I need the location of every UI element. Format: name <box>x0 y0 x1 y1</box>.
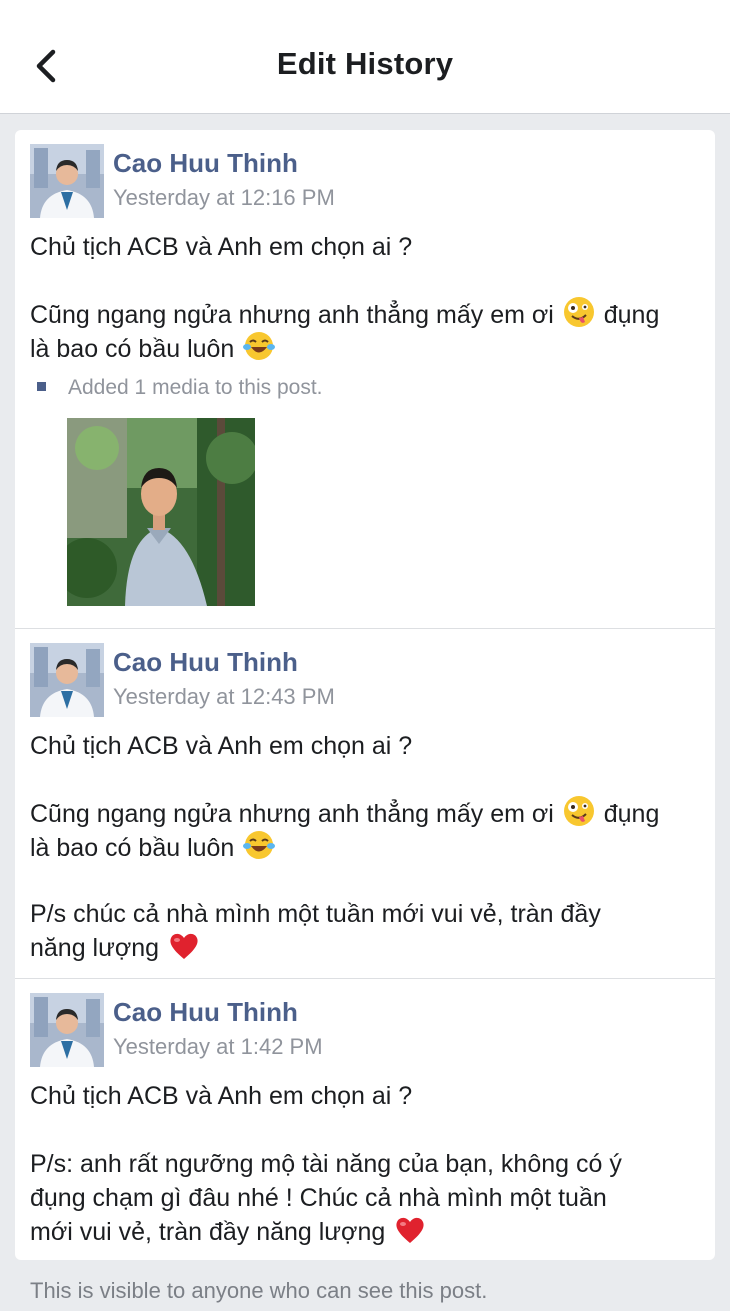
text-line: Cũng ngang ngửa nhưng anh thẳng mấy em ơ… <box>30 800 554 828</box>
post-text: đụng chạm gì đâu nhé ! Chúc cả nhà mình … <box>30 1181 710 1215</box>
timestamp[interactable]: Yesterday at 12:16 PM <box>113 185 335 211</box>
text-line: Cũng ngang ngửa nhưng anh thẳng mấy em ơ… <box>30 301 554 329</box>
post-text: P/s: anh rất ngưỡng mộ tài năng của bạn,… <box>30 1147 710 1181</box>
post-text: mới vui vẻ, tràn đầy năng lượng <box>30 1215 710 1249</box>
text-line: năng lượng <box>30 934 160 962</box>
avatar[interactable] <box>30 993 104 1067</box>
text-line: đụng chạm gì đâu nhé ! Chúc cả nhà mình … <box>30 1184 607 1212</box>
text-line: mới vui vẻ, tràn đầy năng lượng <box>30 1218 386 1246</box>
bullet-icon <box>37 382 46 391</box>
history-entry: Cao Huu Thinh Yesterday at 1:42 PM Chủ t… <box>15 979 715 1260</box>
top-bar: Edit History <box>0 0 730 114</box>
media-thumbnail[interactable] <box>67 418 255 606</box>
visibility-note: This is visible to anyone who can see th… <box>30 1278 488 1303</box>
media-note-text: Added 1 media to this post. <box>68 376 323 399</box>
text-line: P/s: anh rất ngưỡng mộ tài năng của bạn,… <box>30 1150 622 1178</box>
history-entry: Cao Huu Thinh Yesterday at 12:43 PM Chủ … <box>15 629 715 978</box>
red-heart-emoji-icon <box>396 1217 424 1243</box>
timestamp[interactable]: Yesterday at 12:43 PM <box>113 684 335 710</box>
author-name[interactable]: Cao Huu Thinh <box>113 997 298 1028</box>
tears-of-joy-emoji-icon <box>243 831 276 859</box>
post-text: Cũng ngang ngửa nhưng anh thẳng mấy em ơ… <box>30 296 710 332</box>
history-entry: Cao Huu Thinh Yesterday at 12:16 PM Chủ … <box>15 130 715 628</box>
tears-of-joy-emoji-icon <box>243 332 276 360</box>
text-line: Chủ tịch ACB và Anh em chọn ai ? <box>30 732 413 760</box>
text-line: P/s chúc cả nhà mình một tuần mới vui vẻ… <box>30 900 601 928</box>
red-heart-emoji-icon <box>170 933 198 959</box>
zany-face-emoji-icon <box>563 796 594 826</box>
author-name[interactable]: Cao Huu Thinh <box>113 148 298 179</box>
author-name[interactable]: Cao Huu Thinh <box>113 647 298 678</box>
text-line: là bao có bầu luôn <box>30 335 235 363</box>
text-line: Chủ tịch ACB và Anh em chọn ai ? <box>30 233 413 261</box>
avatar[interactable] <box>30 643 104 717</box>
post-text: P/s chúc cả nhà mình một tuần mới vui vẻ… <box>30 897 710 931</box>
text-line: là bao có bầu luôn <box>30 834 235 862</box>
timestamp[interactable]: Yesterday at 1:42 PM <box>113 1034 323 1060</box>
zany-face-emoji-icon <box>563 297 594 327</box>
post-text: Chủ tịch ACB và Anh em chọn ai ? <box>30 1079 710 1113</box>
post-text: Cũng ngang ngửa nhưng anh thẳng mấy em ơ… <box>30 795 710 831</box>
media-note: Added 1 media to this post. <box>37 376 323 400</box>
post-text: Chủ tịch ACB và Anh em chọn ai ? <box>30 729 710 763</box>
avatar[interactable] <box>30 144 104 218</box>
post-text: là bao có bầu luôn <box>30 829 710 865</box>
text-line: đụng <box>603 301 660 329</box>
post-text: năng lượng <box>30 931 710 965</box>
text-line: Chủ tịch ACB và Anh em chọn ai ? <box>30 1082 413 1110</box>
post-text: Chủ tịch ACB và Anh em chọn ai ? <box>30 230 710 264</box>
page-title: Edit History <box>276 46 454 81</box>
post-text: là bao có bầu luôn <box>30 330 710 366</box>
text-line: đụng <box>603 800 660 828</box>
